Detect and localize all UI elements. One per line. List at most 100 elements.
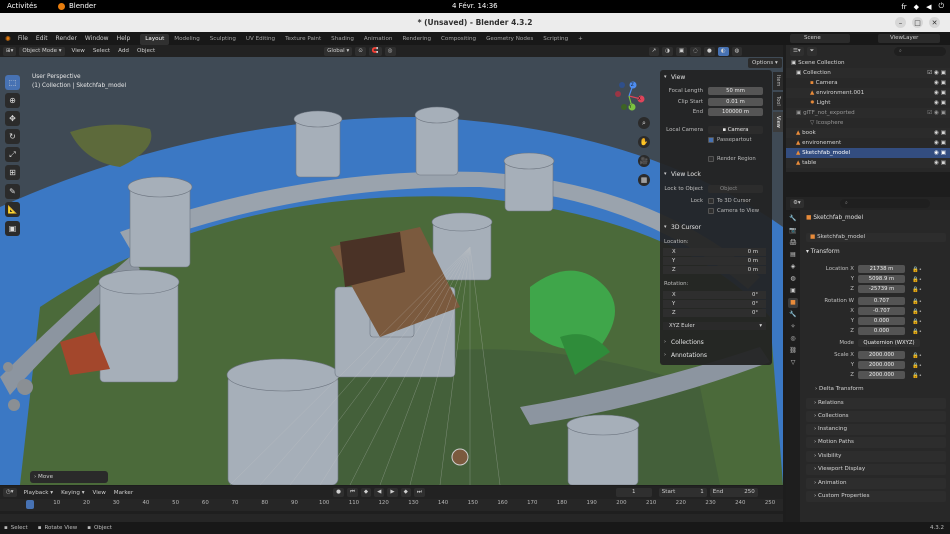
animation-section[interactable]: › Animation — [806, 478, 946, 489]
timeline-menu-keying[interactable]: Keying ▾ — [57, 487, 88, 499]
custom-properties-section[interactable]: › Custom Properties — [806, 491, 946, 502]
clock[interactable]: 4 Févr. 14:36 — [452, 2, 498, 10]
visibility-icons[interactable]: ◉ ▣ — [934, 158, 946, 168]
rotation-x-field[interactable]: -0.707 — [858, 307, 905, 315]
cursor-rotation-y[interactable]: Y 0° — [663, 300, 766, 308]
current-frame-field[interactable]: 1 — [615, 488, 652, 497]
filter-icon[interactable]: ⏷ — [806, 47, 818, 56]
mode-selector[interactable]: Object Mode ▾ — [19, 46, 65, 56]
visibility-icons[interactable]: ☑ ◉ ▣ — [927, 68, 946, 78]
collections-panel-title[interactable]: Collections — [660, 339, 704, 346]
end-frame-field[interactable]: End 250 — [709, 488, 758, 497]
zoom-icon[interactable]: ⌕ — [638, 117, 650, 129]
motion-paths-section[interactable]: › Motion Paths — [806, 437, 946, 448]
rotation-z-field[interactable]: 0.000 — [858, 327, 905, 335]
jump-start-icon[interactable]: ⏮ — [346, 488, 358, 497]
tab-shading[interactable]: Shading — [326, 34, 359, 45]
scale-z-field[interactable]: 2000.000 — [858, 371, 905, 379]
outliner-row[interactable]: ▲ table ◉ ▣ — [786, 158, 950, 168]
data-tab-icon[interactable]: ▽ — [788, 358, 798, 368]
pivot-icon[interactable]: ⊙ — [355, 46, 366, 56]
instancing-section[interactable]: › Instancing — [806, 424, 946, 435]
options-button[interactable]: Options ▾ — [748, 58, 782, 68]
clip-start-field[interactable]: 0.01 m — [708, 98, 763, 106]
scale-tool-icon[interactable]: ⤢ — [5, 147, 20, 162]
cursor-location-y[interactable]: Y 0 m — [663, 257, 766, 265]
perspective-toggle-icon[interactable]: ▦ — [638, 174, 650, 186]
blender-logo-icon[interactable]: ✺ — [5, 35, 11, 43]
transform-panel-title[interactable]: ▾ Transform — [806, 249, 840, 255]
visibility-icons[interactable]: ◉ ▣ — [934, 148, 946, 158]
add-cube-tool-icon[interactable]: ▣ — [5, 221, 20, 236]
timeline-menu-view[interactable]: View — [89, 487, 110, 499]
keyboard-layout[interactable]: fr — [901, 3, 906, 11]
rotation-mode-select[interactable]: Quaternion (WXYZ) — [858, 339, 920, 347]
cursor-location-z[interactable]: Z 0 m — [663, 266, 766, 274]
lock-to-object-field[interactable]: Object — [708, 185, 763, 193]
last-operator-panel[interactable]: › Move — [30, 471, 108, 483]
prev-keyframe-icon[interactable]: ◆ — [360, 488, 372, 497]
pan-hand-icon[interactable]: ✋ — [638, 136, 650, 148]
physics-tab-icon[interactable]: ◎ — [788, 334, 798, 344]
outliner-row[interactable]: ▲ environement ◉ ▣ — [786, 138, 950, 148]
outliner-row-selected[interactable]: ▲ Sketchfab_model ◉ ▣ — [786, 148, 950, 158]
next-keyframe-icon[interactable]: ◆ — [400, 488, 411, 497]
to-3d-cursor-checkbox[interactable]: To 3D Cursor — [708, 198, 751, 204]
tool-tab-icon[interactable]: 🔧 — [788, 214, 798, 224]
system-tray[interactable]: fr ◆ ◀ ⏻ — [901, 2, 944, 11]
focal-length-field[interactable]: 50 mm — [708, 87, 763, 95]
maximize-button[interactable]: □ — [912, 17, 923, 28]
play-reverse-icon[interactable]: ◀ — [374, 488, 385, 497]
rotation-w-field[interactable]: 0.707 — [858, 297, 905, 305]
cursor-rotation-z[interactable]: Z 0° — [663, 309, 766, 317]
tab-geometry-nodes[interactable]: Geometry Nodes — [481, 34, 538, 45]
start-frame-field[interactable]: Start 1 — [658, 488, 707, 497]
gizmo-toggle-icon[interactable]: ↗ — [648, 46, 660, 56]
outliner-row[interactable]: ▲ environment.001 ◉ ▣ — [786, 88, 950, 98]
render-tab-icon[interactable]: 📷 — [788, 226, 798, 236]
visibility-icons[interactable]: ◉ ▣ — [934, 88, 946, 98]
add-workspace-button[interactable]: + — [573, 34, 588, 45]
lock-icons[interactable]: 🔒• 🔒• 🔒• — [912, 351, 922, 381]
annotations-panel-title[interactable]: Annotations — [660, 352, 707, 359]
close-button[interactable]: ✕ — [929, 17, 940, 28]
viewport-menu-select[interactable]: Select — [89, 45, 114, 57]
menu-edit[interactable]: Edit — [32, 32, 52, 45]
shading-wireframe-icon[interactable]: ◌ — [690, 46, 701, 56]
properties-editor-icon[interactable]: ⚙▾ — [790, 199, 804, 208]
scene-selector[interactable]: Scene — [790, 34, 850, 43]
annotate-tool-icon[interactable]: ✎ — [5, 184, 20, 199]
outliner-row[interactable]: ▣ glTF_not_exported ☑ ◉ ▣ — [786, 108, 950, 118]
tab-uv-editing[interactable]: UV Editing — [241, 34, 280, 45]
jump-end-icon[interactable]: ⏭ — [413, 488, 425, 497]
outliner-search-input[interactable]: ⌕ — [894, 47, 946, 56]
rotate-tool-icon[interactable]: ↻ — [5, 129, 20, 144]
tab-compositing[interactable]: Compositing — [436, 34, 481, 45]
viewport-display-section[interactable]: › Viewport Display — [806, 464, 946, 475]
rotation-y-field[interactable]: 0.000 — [858, 317, 905, 325]
minimize-button[interactable]: – — [895, 17, 906, 28]
relations-section[interactable]: › Relations — [806, 398, 946, 409]
collections-section[interactable]: › Collections — [806, 411, 946, 422]
shading-material-icon[interactable]: ◐ — [717, 46, 729, 56]
activities-button[interactable]: Activités — [7, 2, 37, 10]
menu-render[interactable]: Render — [52, 32, 81, 45]
camera-view-icon[interactable]: 🎥 — [638, 155, 650, 167]
record-keyframe-icon[interactable]: ● — [333, 488, 344, 497]
viewport-menu-view[interactable]: View — [68, 45, 89, 57]
tab-rendering[interactable]: Rendering — [397, 34, 436, 45]
passepartout-checkbox[interactable]: Passepartout — [708, 137, 752, 143]
move-tool-icon[interactable]: ✥ — [5, 111, 20, 126]
tab-texture-paint[interactable]: Texture Paint — [280, 34, 326, 45]
visibility-icons[interactable]: ◉ ▣ — [934, 138, 946, 148]
app-menu[interactable]: Blender — [58, 2, 96, 10]
sidebar-tab-tool[interactable]: Tool — [773, 92, 783, 110]
outliner-row[interactable]: ▲ book ◉ ▣ — [786, 128, 950, 138]
location-y-field[interactable]: 5098.9 m — [858, 275, 905, 283]
transform-tool-icon[interactable]: ⊞ — [5, 165, 20, 180]
modifier-tab-icon[interactable]: 🔧 — [788, 310, 798, 320]
scale-y-field[interactable]: 2000.000 — [858, 361, 905, 369]
clip-end-field[interactable]: 100000 m — [708, 108, 763, 116]
overlay-toggle-icon[interactable]: ◑ — [662, 46, 673, 56]
visibility-icons[interactable]: ◉ ▣ — [934, 128, 946, 138]
